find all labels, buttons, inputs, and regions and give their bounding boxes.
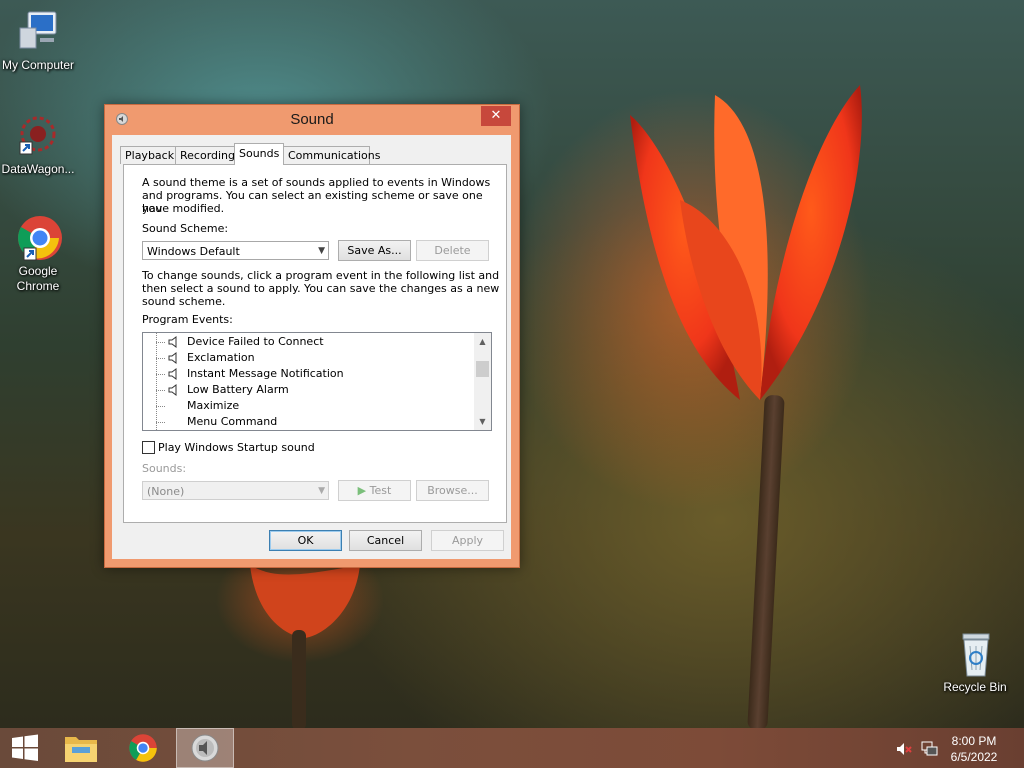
close-button[interactable]: ✕ [481, 106, 511, 126]
tree-connector [156, 358, 165, 359]
tulip-stem [747, 394, 785, 731]
chrome-icon [14, 214, 62, 262]
clock-date: 6/5/2022 [950, 750, 998, 764]
computer-icon [14, 8, 62, 56]
delete-button[interactable]: Delete [416, 240, 489, 261]
play-icon: ▶ [357, 484, 367, 497]
tulip-wallpaper [630, 85, 862, 400]
event-label: Device Failed to Connect [187, 335, 324, 348]
event-label: Exclamation [187, 351, 255, 364]
save-as-button[interactable]: Save As... [338, 240, 411, 261]
taskbar-sound[interactable] [176, 728, 234, 768]
sounds-tab-panel: A sound theme is a set of sounds applied… [123, 164, 507, 523]
chrome-icon [129, 734, 157, 762]
recycle-bin-icon [951, 630, 999, 678]
event-label: Low Battery Alarm [187, 383, 289, 396]
test-button[interactable]: ▶ Test [338, 480, 411, 501]
desktop-icon-google-chrome[interactable]: Google Chrome [0, 214, 76, 294]
sounds-dropdown[interactable]: (None) ▼ [142, 481, 329, 500]
tree-connector [156, 390, 165, 391]
event-label: Instant Message Notification [187, 367, 344, 380]
datawagon-icon [14, 112, 62, 160]
tab-communications[interactable]: Communications [283, 146, 380, 164]
windows-start-icon [12, 734, 38, 761]
speaker-icon [168, 384, 177, 396]
speaker-icon [168, 352, 177, 364]
browse-button[interactable]: Browse... [416, 480, 489, 501]
program-events-list[interactable]: Device Failed to Connect Exclamation Ins… [142, 332, 492, 431]
intro-text-line: A sound theme is a set of sounds applied… [142, 176, 491, 189]
apply-button[interactable]: Apply [431, 530, 504, 551]
program-events-label: Program Events: [142, 313, 233, 326]
sounds-value: (None) [147, 485, 185, 498]
tree-connector [156, 422, 165, 423]
change-text-line: To change sounds, click a program event … [142, 269, 500, 282]
start-button[interactable] [0, 728, 48, 768]
desktop-icon-label: Google Chrome [16, 264, 60, 293]
taskbar: 8:00 PM 6/5/2022 [0, 728, 1024, 768]
tree-connector [156, 342, 165, 343]
sound-scheme-label: Sound Scheme: [142, 222, 229, 235]
taskbar-file-explorer[interactable] [52, 728, 110, 768]
scroll-down-icon[interactable]: ▼ [474, 413, 491, 430]
desktop-icon-label: Recycle Bin [943, 680, 1007, 694]
title-bar[interactable]: Sound ✕ [105, 105, 519, 133]
window-title: Sound [290, 111, 334, 128]
change-text-line: then select a sound to apply. You can sa… [142, 282, 500, 295]
change-text-line: sound scheme. [142, 295, 226, 308]
sound-scheme-value: Windows Default [147, 245, 240, 258]
close-icon: ✕ [490, 108, 502, 123]
network-icon[interactable] [921, 741, 939, 757]
event-label: Maximize [187, 399, 240, 412]
chevron-down-icon: ▼ [318, 246, 325, 256]
tree-connector [156, 374, 165, 375]
startup-sound-checkbox[interactable] [142, 441, 155, 454]
taskbar-chrome[interactable] [114, 728, 172, 768]
tab-recording[interactable]: Recording [175, 146, 235, 164]
volume-muted-icon[interactable] [896, 741, 912, 757]
clock-time: 8:00 PM [951, 734, 997, 748]
ok-button[interactable]: OK [269, 530, 342, 551]
tree-connector [156, 406, 165, 407]
intro-text-line: have modified. [142, 202, 225, 215]
test-label: Test [369, 484, 392, 497]
desktop-icon-label: My Computer [1, 58, 75, 72]
file-explorer-icon [65, 737, 97, 762]
events-scrollbar[interactable]: ▲ ▼ [474, 333, 491, 430]
scroll-up-icon[interactable]: ▲ [474, 333, 491, 350]
desktop-icon-my-computer[interactable]: My Computer [0, 8, 76, 73]
small-tulip-stem [292, 630, 306, 730]
tab-playback[interactable]: Playback [120, 146, 178, 164]
tab-sounds[interactable]: Sounds [234, 143, 284, 165]
speaker-icon [168, 368, 177, 380]
desktop-icon-label: DataWagon... [1, 162, 75, 176]
speaker-icon [168, 336, 177, 348]
small-tulip-wallpaper [250, 565, 360, 638]
chevron-down-icon: ▼ [318, 486, 325, 496]
sound-icon [191, 734, 219, 762]
cancel-button[interactable]: Cancel [349, 530, 422, 551]
desktop-icon-datawagon[interactable]: DataWagon... [0, 112, 76, 177]
scroll-thumb[interactable] [476, 361, 489, 377]
dialog-client-area: Playback Recording Sounds Communications… [112, 135, 511, 559]
tree-line [156, 333, 157, 430]
sound-scheme-dropdown[interactable]: Windows Default ▼ [142, 241, 329, 260]
event-label: Menu Command [187, 415, 278, 428]
sound-dialog: Sound ✕ Playback Recording Sounds Commun… [104, 104, 520, 568]
sounds-label: Sounds: [142, 462, 187, 475]
startup-sound-label[interactable]: Play Windows Startup sound [158, 441, 315, 454]
desktop-icon-recycle-bin[interactable]: Recycle Bin [937, 630, 1013, 695]
taskbar-clock[interactable]: 8:00 PM 6/5/2022 [944, 733, 1004, 765]
